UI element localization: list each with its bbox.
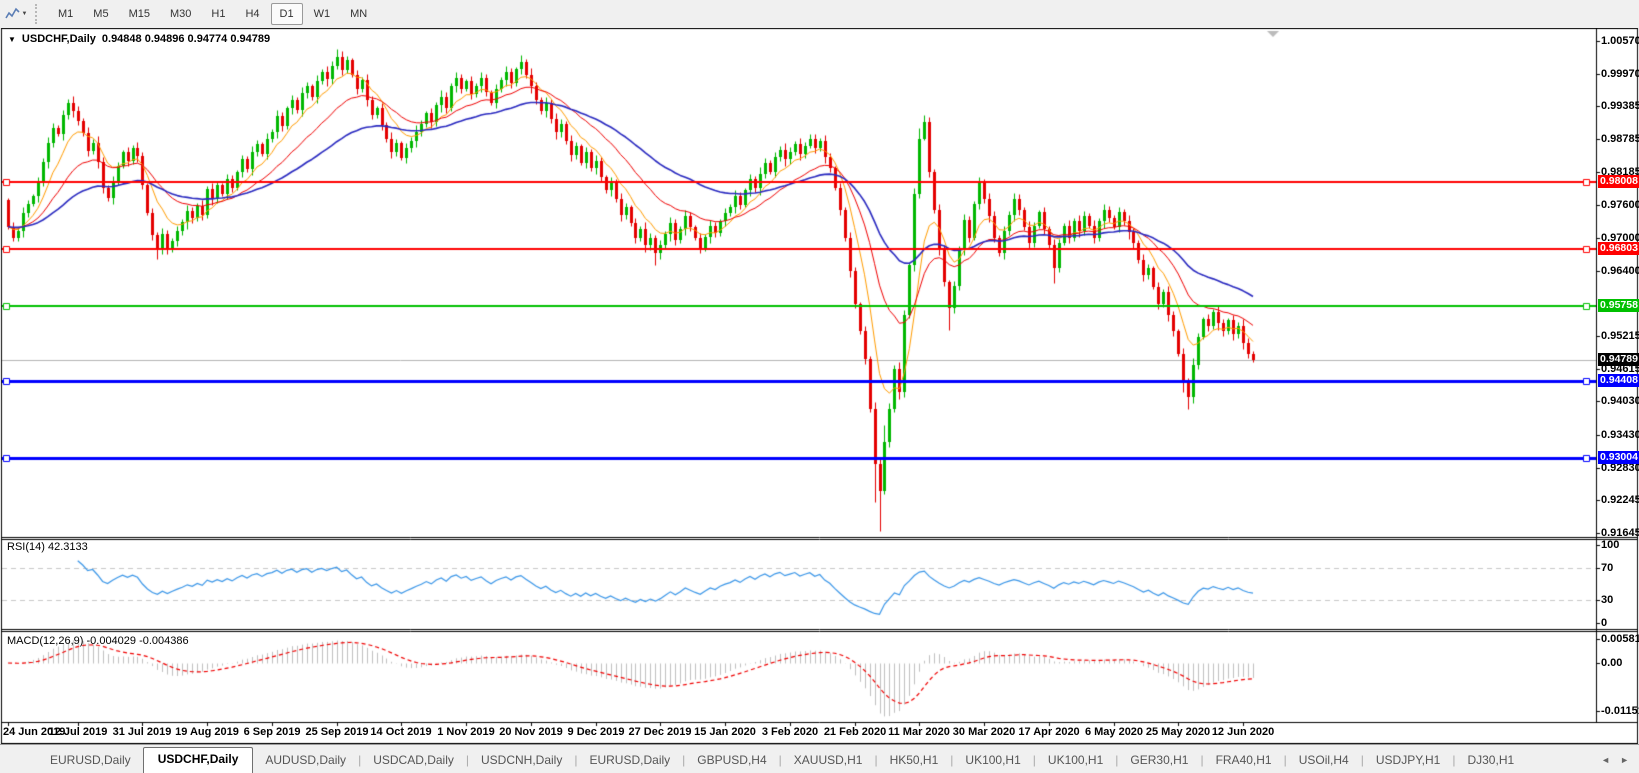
price-tick-label: 0.98785 bbox=[1601, 133, 1639, 145]
date-tick-label: 25 May 2020 bbox=[1146, 726, 1210, 738]
rsi-indicator-label: RSI(14) 42.3133 bbox=[7, 541, 88, 553]
timeframe-button-m5[interactable]: M5 bbox=[84, 3, 117, 25]
date-tick-label: 3 Feb 2020 bbox=[762, 726, 818, 738]
hline-price-badge: 0.94408 bbox=[1598, 374, 1639, 387]
timeframe-button-h4[interactable]: H4 bbox=[236, 3, 268, 25]
scroll-left-icon[interactable]: ◄ bbox=[1601, 755, 1610, 765]
hline-price-badge: 0.93004 bbox=[1598, 451, 1639, 464]
rsi-tick-label: 0 bbox=[1601, 617, 1639, 629]
chart-canvas[interactable] bbox=[0, 28, 1639, 744]
macd-indicator-label: MACD(12,26,9) -0.004029 -0.004386 bbox=[7, 635, 189, 647]
price-tick-label: 0.96400 bbox=[1601, 265, 1639, 277]
chart-tools-icon[interactable]: ▼ bbox=[3, 3, 29, 25]
date-tick-label: 20 Nov 2019 bbox=[499, 726, 563, 738]
date-tick-label: 27 Dec 2019 bbox=[629, 726, 692, 738]
price-tick-label: 0.93430 bbox=[1601, 429, 1639, 441]
timeframe-button-m1[interactable]: M1 bbox=[49, 3, 82, 25]
date-tick-label: 12 Jun 2020 bbox=[1212, 726, 1274, 738]
price-tick-label: 0.91645 bbox=[1601, 527, 1639, 539]
chart-window: ▼ USDCHF,Daily 0.94848 0.94896 0.94774 0… bbox=[0, 28, 1639, 744]
chart-tab-eurusd-daily[interactable]: EURUSD,Daily bbox=[38, 748, 143, 773]
chart-tab-ger30-h1[interactable]: GER30,H1 bbox=[1118, 748, 1200, 773]
date-tick-label: 11 Mar 2020 bbox=[888, 726, 950, 738]
macd-tick-label: 0.005818 bbox=[1601, 633, 1639, 645]
date-tick-label: 19 Aug 2019 bbox=[175, 726, 239, 738]
date-tick-label: 31 Jul 2019 bbox=[113, 726, 172, 738]
mt4-window: { "toolbar": { "caret": "▼", "timeframes… bbox=[0, 0, 1639, 772]
timeframe-button-w1[interactable]: W1 bbox=[305, 3, 340, 25]
price-tick-label: 0.92245 bbox=[1601, 494, 1639, 506]
chart-tab-bar: EURUSD,DailyUSDCHF,DailyAUDUSD,Daily|USD… bbox=[0, 744, 1639, 773]
chevron-down-icon: ▼ bbox=[22, 11, 28, 17]
macd-name: MACD(12,26,9) bbox=[7, 635, 83, 647]
chart-tab-xauusd-h1[interactable]: XAUUSD,H1 bbox=[782, 748, 875, 773]
chart-tab-uk100-h1[interactable]: UK100,H1 bbox=[953, 748, 1032, 773]
toolbar-grip[interactable] bbox=[35, 4, 42, 24]
hline-price-badge: 0.96803 bbox=[1598, 242, 1639, 255]
timeframe-button-d1[interactable]: D1 bbox=[271, 3, 303, 25]
rsi-tick-label: 30 bbox=[1601, 594, 1639, 606]
rsi-name: RSI(14) bbox=[7, 541, 45, 553]
chart-tab-usoil-h4[interactable]: USOil,H4 bbox=[1287, 748, 1361, 773]
chart-tab-usdchf-daily[interactable]: USDCHF,Daily bbox=[143, 747, 254, 773]
date-tick-label: 6 Sep 2019 bbox=[244, 726, 301, 738]
price-tick-label: 0.99385 bbox=[1601, 100, 1639, 112]
chart-tab-dj30-h1[interactable]: DJ30,H1 bbox=[1455, 748, 1526, 773]
price-tick-label: 0.97600 bbox=[1601, 199, 1639, 211]
date-tick-label: 14 Oct 2019 bbox=[370, 726, 431, 738]
chart-tab-eurusd-daily[interactable]: EURUSD,Daily bbox=[577, 748, 682, 773]
date-tick-label: 12 Jul 2019 bbox=[49, 726, 108, 738]
date-tick-label: 25 Sep 2019 bbox=[306, 726, 369, 738]
timeframe-toolbar: ▼ M1M5M15M30H1H4D1W1MN bbox=[0, 0, 1639, 29]
rsi-tick-label: 70 bbox=[1601, 562, 1639, 574]
timeframe-button-mn[interactable]: MN bbox=[341, 3, 376, 25]
symbol-label: USDCHF,Daily bbox=[22, 33, 96, 45]
rsi-tick-label: 100 bbox=[1601, 539, 1639, 551]
chart-tab-gbpusd-h4[interactable]: GBPUSD,H4 bbox=[685, 748, 778, 773]
timeframe-button-m15[interactable]: M15 bbox=[120, 3, 159, 25]
current-price-badge: 0.94789 bbox=[1598, 353, 1639, 366]
macd-tick-label: -0.011514 bbox=[1601, 705, 1639, 717]
timeframe-buttons: M1M5M15M30H1H4D1W1MN bbox=[48, 3, 377, 25]
chart-title: ▼ USDCHF,Daily 0.94848 0.94896 0.94774 0… bbox=[8, 33, 270, 45]
chart-tabs: EURUSD,DailyUSDCHF,DailyAUDUSD,Daily|USD… bbox=[0, 747, 1591, 773]
rsi-value: 42.3133 bbox=[48, 541, 88, 553]
date-tick-label: 1 Nov 2019 bbox=[437, 726, 494, 738]
date-tick-label: 17 Apr 2020 bbox=[1018, 726, 1079, 738]
chart-tab-usdcad-daily[interactable]: USDCAD,Daily bbox=[361, 748, 466, 773]
timeframe-button-h1[interactable]: H1 bbox=[202, 3, 234, 25]
macd-values: -0.004029 -0.004386 bbox=[86, 635, 188, 647]
hline-price-badge: 0.98008 bbox=[1598, 175, 1639, 188]
timeframe-button-m30[interactable]: M30 bbox=[161, 3, 200, 25]
chart-tab-hk50-h1[interactable]: HK50,H1 bbox=[878, 748, 951, 773]
tab-scroll-arrows: ◄ ► bbox=[1591, 755, 1639, 773]
symbol-dropdown-icon[interactable]: ▼ bbox=[8, 35, 16, 44]
date-tick-label: 15 Jan 2020 bbox=[694, 726, 756, 738]
date-tick-label: 21 Feb 2020 bbox=[824, 726, 886, 738]
price-tick-label: 0.94030 bbox=[1601, 395, 1639, 407]
price-tick-label: 0.95215 bbox=[1601, 330, 1639, 342]
chart-tab-fra40-h1[interactable]: FRA40,H1 bbox=[1204, 748, 1284, 773]
date-tick-label: 9 Dec 2019 bbox=[568, 726, 625, 738]
scroll-right-icon[interactable]: ► bbox=[1620, 755, 1629, 765]
date-tick-label: 6 May 2020 bbox=[1085, 726, 1143, 738]
hline-price-badge: 0.95758 bbox=[1598, 299, 1639, 312]
date-tick-label: 30 Mar 2020 bbox=[953, 726, 1015, 738]
chart-tab-usdcnh-daily[interactable]: USDCNH,Daily bbox=[469, 748, 574, 773]
chart-tab-uk100-h1[interactable]: UK100,H1 bbox=[1036, 748, 1115, 773]
price-tick-label: 0.99970 bbox=[1601, 68, 1639, 80]
chart-tab-audusd-daily[interactable]: AUDUSD,Daily bbox=[253, 748, 358, 773]
price-tick-label: 1.00570 bbox=[1601, 35, 1639, 47]
line-chart-icon bbox=[5, 7, 20, 21]
ohlc-values: 0.94848 0.94896 0.94774 0.94789 bbox=[102, 33, 270, 45]
chart-tab-usdjpy-h1[interactable]: USDJPY,H1 bbox=[1364, 748, 1452, 773]
macd-tick-label: 0.00 bbox=[1601, 657, 1639, 669]
